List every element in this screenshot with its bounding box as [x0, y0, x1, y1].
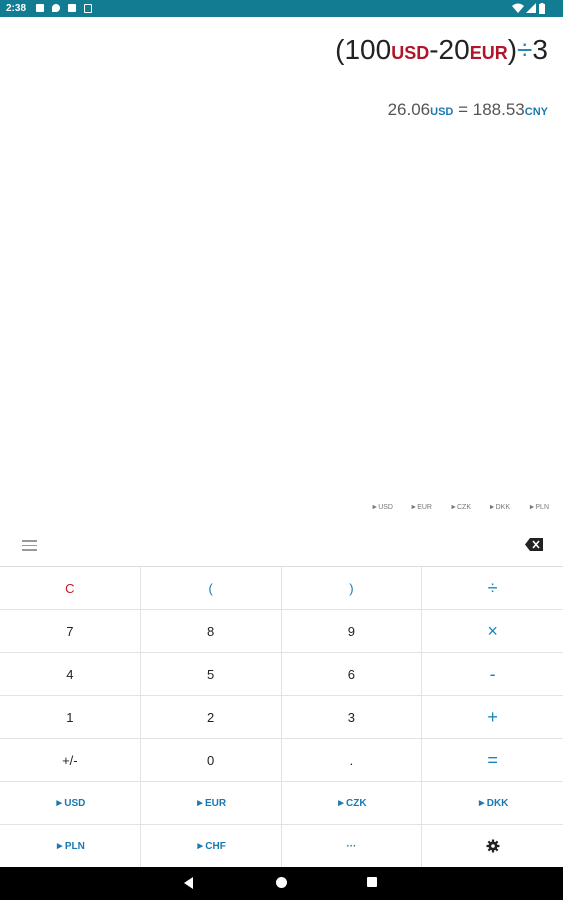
nav-home-icon[interactable] — [276, 877, 287, 888]
status-time: 2:38 — [6, 3, 27, 14]
result-to-currency: CNY — [524, 106, 548, 118]
key-more-button[interactable]: ··· — [281, 825, 423, 868]
result-equals: = — [458, 100, 469, 119]
expr-operand-a: 100 — [344, 34, 392, 65]
key-4-button[interactable]: 4 — [0, 653, 141, 696]
battery-icon — [539, 3, 545, 14]
key-pln-button[interactable]: ►PLN — [0, 825, 141, 868]
result-from-value: 26.06 — [387, 100, 431, 119]
expr-currency-b: EUR — [469, 43, 508, 63]
key-open-paren-button[interactable]: ( — [140, 567, 282, 610]
key-plus-button[interactable]: + — [422, 696, 563, 739]
key-3-button[interactable]: 3 — [281, 696, 423, 739]
key-8-button[interactable]: 8 — [140, 610, 282, 653]
expr-minus: - — [429, 34, 439, 65]
result-to-value: 188.53 — [472, 100, 525, 119]
expr-divide: ÷ — [517, 34, 533, 65]
key-eur-button[interactable]: ►EUR — [140, 782, 282, 825]
nav-recent-apps-icon[interactable] — [367, 877, 377, 887]
quick-currency-dkk[interactable]: ►DKK — [471, 504, 510, 511]
key-clear-button[interactable]: C — [0, 567, 141, 610]
key-multiply-button[interactable]: × — [422, 610, 563, 653]
key-settings-button[interactable] — [422, 825, 563, 868]
gear-icon — [486, 839, 500, 853]
key-usd-button[interactable]: ►USD — [0, 782, 141, 825]
expr-operand-b: 20 — [438, 34, 470, 65]
key-7-button[interactable]: 7 — [0, 610, 141, 653]
notification-icon — [36, 4, 44, 12]
key-equals-button[interactable]: = — [422, 739, 563, 782]
keypad: C() ÷ 7 8 9 × 4 5 6- 1 2 3 + +/- 0. = ►USD ►EUR ►CZK ►DKK ►P… — [0, 566, 563, 868]
key-6-button[interactable]: 6 — [281, 653, 423, 696]
key-minus-button[interactable]: - — [422, 653, 563, 696]
key-2-button[interactable]: 2 — [140, 696, 282, 739]
sd-card-icon — [68, 4, 76, 12]
key-decimal-button[interactable]: . — [281, 739, 423, 782]
key-negate-button[interactable]: +/- — [0, 739, 141, 782]
wifi-icon — [512, 3, 524, 13]
expr-currency-a: USD — [391, 43, 430, 63]
key-0-button[interactable]: 0 — [140, 739, 282, 782]
key-close-paren-button[interactable]: ) — [281, 567, 423, 610]
expr-close-paren: ) — [507, 34, 518, 65]
menu-icon[interactable] — [22, 540, 37, 552]
backspace-icon[interactable] — [525, 538, 543, 551]
key-1-button[interactable]: 1 — [0, 696, 141, 739]
navigation-bar — [0, 867, 563, 900]
signal-icon — [526, 3, 536, 13]
quick-currency-bar: ►USD ►EUR ►CZK ►DKK ►PLN — [354, 504, 549, 511]
expression-display: (100USD-20EUR)÷3 — [335, 34, 548, 66]
quick-currency-pln[interactable]: ►PLN — [510, 504, 549, 511]
result-from-currency: USD — [430, 106, 454, 118]
drop-icon — [52, 4, 60, 12]
expr-operand-c: 3 — [532, 34, 548, 65]
quick-currency-czk[interactable]: ►CZK — [432, 504, 471, 511]
nav-back-icon[interactable] — [184, 877, 193, 889]
key-9-button[interactable]: 9 — [281, 610, 423, 653]
key-czk-button[interactable]: ►CZK — [281, 782, 423, 825]
key-chf-button[interactable]: ►CHF — [140, 825, 282, 868]
key-5-button[interactable]: 5 — [140, 653, 282, 696]
quick-currency-usd[interactable]: ►USD — [354, 504, 393, 511]
android-icon — [84, 4, 92, 13]
status-bar: 2:38 — [0, 0, 563, 17]
result-display: 26.06USD = 188.53CNY — [388, 100, 548, 120]
input-toolbar — [0, 528, 563, 566]
key-dkk-button[interactable]: ►DKK — [422, 782, 563, 825]
quick-currency-eur[interactable]: ►EUR — [393, 504, 432, 511]
key-divide-button[interactable]: ÷ — [422, 567, 563, 610]
